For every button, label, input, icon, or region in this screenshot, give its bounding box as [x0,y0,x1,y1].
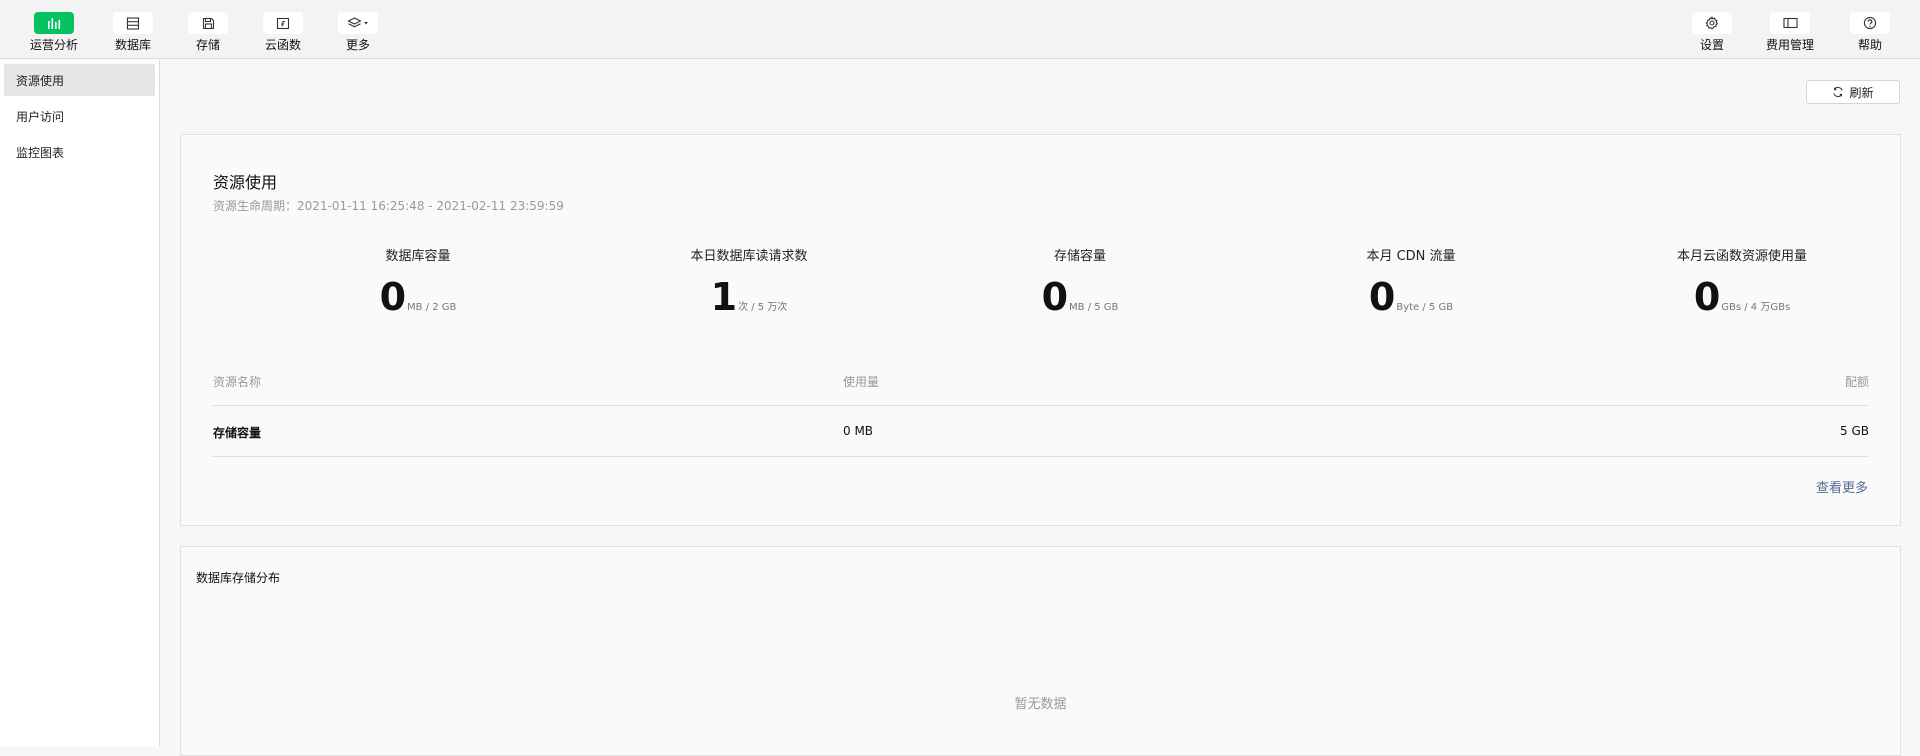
table-header: 资源名称 使用量 配额 [213,355,1869,406]
table-row: 存储容量 0 MB 5 GB [213,406,1869,457]
stat-value: 0 [1693,275,1721,319]
stat-unit: MB / 2 GB [407,302,457,313]
stat-storage-capacity: 存储容量 0 MB / 5 GB [930,245,1230,318]
stat-label: 本日数据库读请求数 [690,249,808,264]
resource-usage-card: 资源使用 资源生命周期：2021-01-11 16:25:48 - 2021-0… [180,134,1901,526]
sidebar-item-monitor-charts[interactable]: 监控图表 [4,136,155,168]
cell-resource-name: 存储容量 [213,426,262,440]
toolbar-item-billing[interactable]: 费用管理 [1752,12,1828,52]
stat-db-read-requests: 本日数据库读请求数 1 次 / 5 万次 [599,245,899,318]
toolbar-item-analytics[interactable]: 运营分析 [16,12,92,52]
resource-table: 资源名称 使用量 配额 存储容量 0 MB 5 GB [213,355,1869,457]
gear-icon [1692,12,1732,34]
refresh-button[interactable]: 刷新 [1806,80,1900,104]
help-icon [1850,12,1890,34]
stat-label: 本月云函数资源使用量 [1676,249,1807,264]
stat-value: 0 [379,275,407,319]
chevron-down-icon [364,22,368,25]
stat-value: 0 [1368,275,1396,319]
refresh-label: 刷新 [1849,85,1874,100]
database-icon [113,12,153,34]
sidebar-item-label: 资源使用 [16,73,65,88]
stat-label: 存储容量 [1053,249,1106,264]
toolbar-item-label: 帮助 [1857,38,1882,52]
stat-db-capacity: 数据库容量 0 MB / 2 GB [268,245,568,318]
stat-unit: GBs / 4 万GBs [1721,302,1791,313]
toolbar-item-storage[interactable]: 存储 [170,12,246,52]
sidebar-item-resource-usage[interactable]: 资源使用 [4,64,155,96]
sidebar-item-label: 用户访问 [16,109,65,124]
card-title: 资源使用 [213,173,278,192]
column-header-name: 资源名称 [213,375,262,389]
toolbar-item-settings[interactable]: 设置 [1674,12,1750,52]
sidebar-item-user-access[interactable]: 用户访问 [4,100,155,132]
stat-unit: 次 / 5 万次 [738,302,788,313]
cell-quota: 5 GB [1840,424,1869,438]
toolbar-item-help[interactable]: 帮助 [1832,12,1908,52]
chart-bar-icon [34,12,74,34]
stat-value: 0 [1041,275,1069,319]
billing-icon [1770,12,1810,34]
stat-unit: Byte / 5 GB [1396,302,1454,313]
stat-label: 数据库容量 [385,249,451,264]
toolbar-item-label: 费用管理 [1765,38,1814,52]
function-icon [263,12,303,34]
column-header-quota: 配额 [1844,375,1869,389]
lifecycle-text: 资源生命周期：2021-01-11 16:25:48 - 2021-02-11 … [213,199,564,213]
db-storage-card: 数据库存储分布 暂无数据 [180,546,1901,756]
empty-state-text: 暂无数据 [1014,697,1067,712]
card-title: 数据库存储分布 [196,571,281,585]
cell-usage: 0 MB [843,424,874,438]
toolbar-item-cloud-functions[interactable]: 云函数 [245,12,321,52]
toolbar-item-label: 数据库 [114,38,151,52]
toolbar-item-label: 云函数 [264,38,301,52]
stat-label: 本月 CDN 流量 [1366,249,1456,264]
stat-value: 1 [710,275,738,319]
toolbar-item-label: 设置 [1699,38,1724,52]
column-header-usage: 使用量 [843,375,880,389]
layers-icon [338,12,378,34]
refresh-icon [1833,86,1844,98]
storage-icon [188,12,228,34]
toolbar-item-more[interactable]: 更多 [320,12,396,52]
view-more-link[interactable]: 查看更多 [1816,477,1868,496]
toolbar-item-database[interactable]: 数据库 [95,12,171,52]
toolbar-item-label: 更多 [345,38,370,52]
toolbar-item-label: 运营分析 [29,38,78,52]
stat-unit: MB / 5 GB [1069,302,1119,313]
stat-function-usage: 本月云函数资源使用量 0 GBs / 4 万GBs [1592,245,1892,318]
sidebar: 资源使用 用户访问 监控图表 [0,60,160,747]
top-toolbar: 运营分析 数据库 存储 云函数 更多 设置 费用管理 帮助 [0,0,1920,59]
toolbar-item-label: 存储 [195,38,220,52]
sidebar-item-label: 监控图表 [16,145,65,160]
stat-cdn-traffic: 本月 CDN 流量 0 Byte / 5 GB [1261,245,1561,318]
